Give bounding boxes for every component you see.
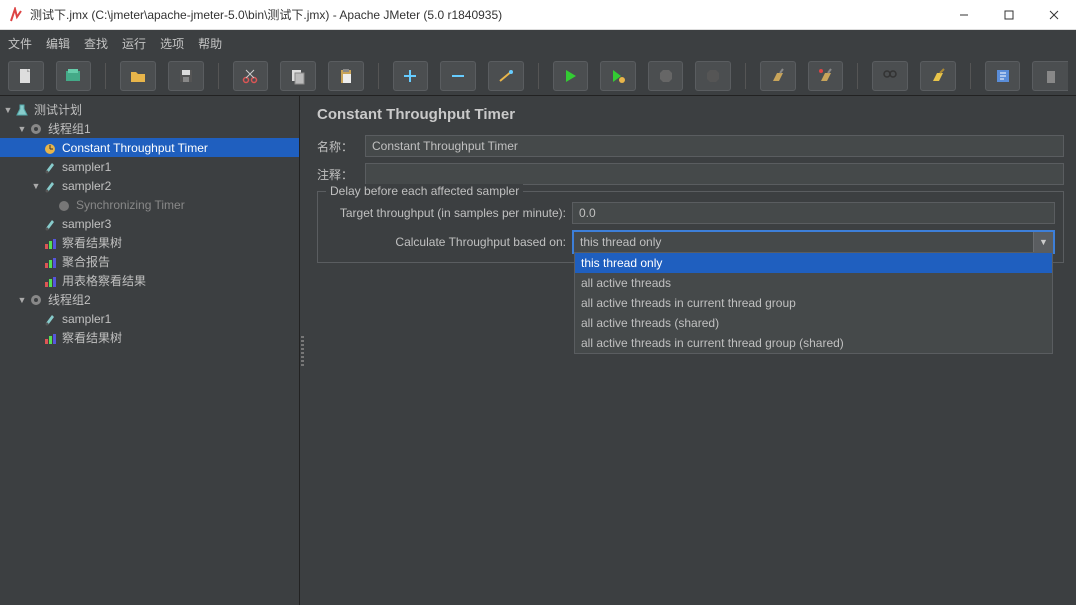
window-titlebar: 测试下.jmx (C:\jmeter\apache-jmeter-5.0\bin… xyxy=(0,0,1076,30)
flask-icon xyxy=(14,102,30,118)
gear-icon xyxy=(28,121,44,137)
timer-icon xyxy=(42,140,58,156)
clear-button[interactable] xyxy=(760,61,796,91)
window-maximize-button[interactable] xyxy=(986,0,1031,29)
gear-icon xyxy=(28,292,44,308)
toggle-button[interactable] xyxy=(488,61,524,91)
tree-node-results-tree-2[interactable]: 察看结果树 xyxy=(0,328,299,347)
tree-node-aggregate-report[interactable]: 聚合报告 xyxy=(0,252,299,271)
tree-node-thread-group-1[interactable]: ▼ 线程组1 xyxy=(0,119,299,138)
tree-node-table-results[interactable]: 用表格察看结果 xyxy=(0,271,299,290)
open-button[interactable] xyxy=(120,61,156,91)
comment-input[interactable] xyxy=(365,163,1064,185)
collapse-button[interactable] xyxy=(440,61,476,91)
copy-button[interactable] xyxy=(280,61,316,91)
paste-button[interactable] xyxy=(328,61,364,91)
combobox-dropdown: this thread only all active threads all … xyxy=(574,252,1053,354)
tree-node-thread-group-2[interactable]: ▼ 线程组2 xyxy=(0,290,299,309)
chart-icon xyxy=(42,235,58,251)
panel-title: Constant Throughput Timer xyxy=(317,106,1064,123)
expand-button[interactable] xyxy=(393,61,429,91)
menu-search[interactable]: 查找 xyxy=(84,35,108,52)
menu-edit[interactable]: 编辑 xyxy=(46,35,70,52)
menu-options[interactable]: 选项 xyxy=(160,35,184,52)
menubar: 文件 编辑 查找 运行 选项 帮助 xyxy=(0,30,1076,56)
chart-icon xyxy=(42,273,58,289)
clear-all-button[interactable] xyxy=(808,61,844,91)
calculate-mode-label: Calculate Throughput based on: xyxy=(326,235,572,249)
name-label: 名称： xyxy=(317,138,365,155)
tree-node-sampler1[interactable]: sampler1 xyxy=(0,157,299,176)
toolbar xyxy=(0,56,1076,96)
menu-run[interactable]: 运行 xyxy=(122,35,146,52)
help-button[interactable] xyxy=(1032,61,1068,91)
templates-button[interactable] xyxy=(56,61,92,91)
reset-search-button[interactable] xyxy=(920,61,956,91)
target-throughput-input[interactable] xyxy=(572,202,1055,224)
window-minimize-button[interactable] xyxy=(941,0,986,29)
menu-file[interactable]: 文件 xyxy=(8,35,32,52)
sampler-icon xyxy=(42,159,58,175)
window-title: 测试下.jmx (C:\jmeter\apache-jmeter-5.0\bin… xyxy=(30,6,941,23)
twisty-icon[interactable]: ▼ xyxy=(16,124,28,134)
chart-icon xyxy=(42,330,58,346)
fieldset-legend: Delay before each affected sampler xyxy=(326,184,523,198)
tree-node-sampler3[interactable]: sampler3 xyxy=(0,214,299,233)
start-no-pause-button[interactable] xyxy=(600,61,636,91)
tree-node-results-tree[interactable]: 察看结果树 xyxy=(0,233,299,252)
tree-panel: ▼ 测试计划 ▼ 线程组1 Constant Throughput Timer … xyxy=(0,96,300,605)
window-close-button[interactable] xyxy=(1031,0,1076,29)
start-button[interactable] xyxy=(553,61,589,91)
tree-node-test-plan[interactable]: ▼ 测试计划 xyxy=(0,100,299,119)
main-panel: Constant Throughput Timer 名称： 注释： Delay … xyxy=(305,96,1076,605)
chart-icon xyxy=(42,254,58,270)
combobox-option[interactable]: all active threads (shared) xyxy=(575,313,1052,333)
twisty-icon[interactable]: ▼ xyxy=(30,181,42,191)
tree-node-sampler2[interactable]: ▼ sampler2 xyxy=(0,176,299,195)
delay-fieldset: Delay before each affected sampler Targe… xyxy=(317,191,1064,263)
menu-help[interactable]: 帮助 xyxy=(198,35,222,52)
workspace: ▼ 测试计划 ▼ 线程组1 Constant Throughput Timer … xyxy=(0,96,1076,605)
combobox-option[interactable]: all active threads xyxy=(575,273,1052,293)
combobox-option[interactable]: all active threads in current thread gro… xyxy=(575,293,1052,313)
new-button[interactable] xyxy=(8,61,44,91)
sampler-icon xyxy=(42,216,58,232)
tree-node-sampler1-b[interactable]: sampler1 xyxy=(0,309,299,328)
tree-node-synchronizing-timer[interactable]: Synchronizing Timer xyxy=(0,195,299,214)
comment-label: 注释： xyxy=(317,166,365,183)
twisty-icon[interactable]: ▼ xyxy=(2,105,14,115)
save-button[interactable] xyxy=(168,61,204,91)
cut-button[interactable] xyxy=(233,61,269,91)
combobox-option[interactable]: all active threads in current thread gro… xyxy=(575,333,1052,353)
stop-button[interactable] xyxy=(648,61,684,91)
jmeter-app-icon xyxy=(8,7,24,23)
calculate-mode-combobox[interactable]: this thread only ▼ this thread only all … xyxy=(572,230,1055,254)
shutdown-button[interactable] xyxy=(695,61,731,91)
sampler-icon xyxy=(42,178,58,194)
sampler-icon xyxy=(42,311,58,327)
chevron-down-icon[interactable]: ▼ xyxy=(1033,232,1053,252)
twisty-icon[interactable]: ▼ xyxy=(16,295,28,305)
tree-node-constant-throughput-timer[interactable]: Constant Throughput Timer xyxy=(0,138,299,157)
function-helper-button[interactable] xyxy=(985,61,1021,91)
name-input[interactable] xyxy=(365,135,1064,157)
target-throughput-label: Target throughput (in samples per minute… xyxy=(326,206,572,220)
combobox-value: this thread only xyxy=(574,235,1033,249)
combobox-option[interactable]: this thread only xyxy=(575,253,1052,273)
timer-icon xyxy=(56,197,72,213)
search-tree-button[interactable] xyxy=(872,61,908,91)
